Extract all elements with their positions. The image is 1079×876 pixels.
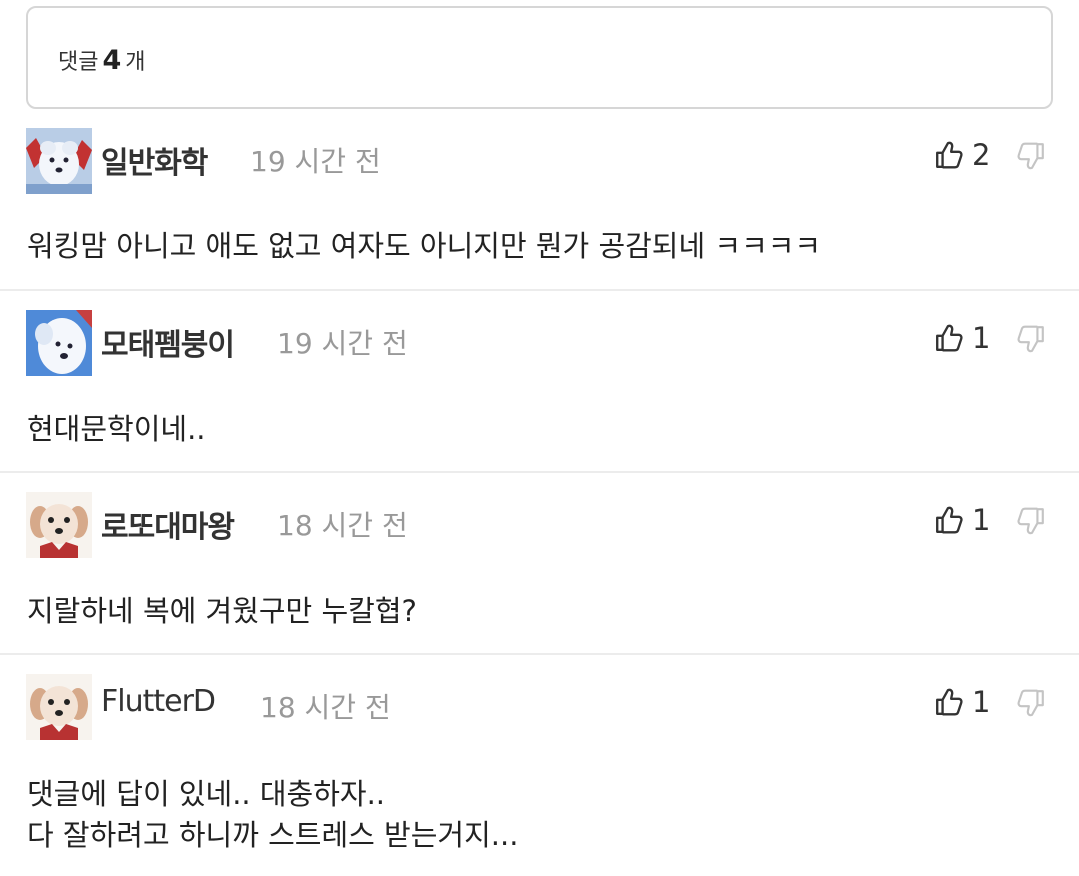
- comment-text-line: 현대문학이네..: [27, 412, 206, 446]
- comment-text-line: 다 잘하려고 하니까 스트레스 받는거지...: [27, 818, 519, 852]
- thumbs-up-icon: [934, 505, 964, 535]
- comment-text: 지랄하네 복에 겨웠구만 누칼협?: [27, 591, 417, 632]
- like-button[interactable]: 1: [934, 685, 990, 719]
- like-count: 1: [972, 685, 991, 719]
- like-count: 1: [972, 321, 991, 355]
- thumbs-down-icon: [1016, 688, 1046, 718]
- comment-text-line: 댓글에 답이 있네.. 대충하자..: [27, 777, 386, 811]
- thumbs-down-icon: [1016, 141, 1046, 171]
- comment-text: 현대문학이네..: [27, 409, 206, 450]
- dislike-button[interactable]: [1016, 141, 1046, 175]
- thumbs-down-icon: [1016, 506, 1046, 536]
- avatar[interactable]: [26, 674, 92, 740]
- comment-count-label: 댓글: [58, 50, 99, 75]
- dislike-button[interactable]: [1016, 506, 1046, 540]
- avatar[interactable]: [26, 310, 92, 376]
- comment-count: 댓글 4 개: [58, 44, 146, 76]
- like-button[interactable]: 1: [934, 321, 990, 355]
- comment-username[interactable]: 모태펨붕이: [101, 320, 235, 364]
- comment-time: 19 시간 전: [277, 327, 408, 360]
- avatar[interactable]: [26, 492, 92, 558]
- thumbs-up-icon: [934, 323, 964, 353]
- dislike-button[interactable]: [1016, 688, 1046, 722]
- divider: [0, 653, 1079, 655]
- like-count: 1: [972, 503, 991, 537]
- comment-time: 18 시간 전: [260, 691, 391, 724]
- avatar[interactable]: [26, 128, 92, 194]
- comment-text-line: 지랄하네 복에 겨웠구만 누칼협?: [27, 594, 417, 628]
- divider: [0, 471, 1079, 473]
- dislike-button[interactable]: [1016, 324, 1046, 358]
- comment-count-unit: 개: [125, 50, 146, 75]
- like-count: 2: [972, 138, 991, 172]
- thumbs-down-icon: [1016, 324, 1046, 354]
- divider: [0, 289, 1079, 291]
- thumbs-up-icon: [934, 687, 964, 717]
- comment-username[interactable]: FlutterD: [101, 684, 216, 719]
- comment-time: 19 시간 전: [250, 145, 381, 178]
- thumbs-up-icon: [934, 140, 964, 170]
- comment-time: 18 시간 전: [277, 509, 408, 542]
- comment-count-number: 4: [102, 45, 122, 76]
- comment-count-box: 댓글 4 개: [26, 6, 1053, 109]
- comment-text-line: 워킹맘 아니고 애도 없고 여자도 아니지만 뭔가 공감되네 ㅋㅋㅋㅋ: [27, 229, 822, 263]
- like-button[interactable]: 1: [934, 503, 990, 537]
- comment-username[interactable]: 로또대마왕: [101, 502, 235, 546]
- comment-username[interactable]: 일반화학: [101, 138, 208, 182]
- comment-text: 워킹맘 아니고 애도 없고 여자도 아니지만 뭔가 공감되네 ㅋㅋㅋㅋ: [27, 226, 821, 267]
- comment-text: 댓글에 답이 있네.. 대충하자.. 다 잘하려고 하니까 스트레스 받는거지.…: [27, 774, 518, 856]
- like-button[interactable]: 2: [934, 138, 990, 172]
